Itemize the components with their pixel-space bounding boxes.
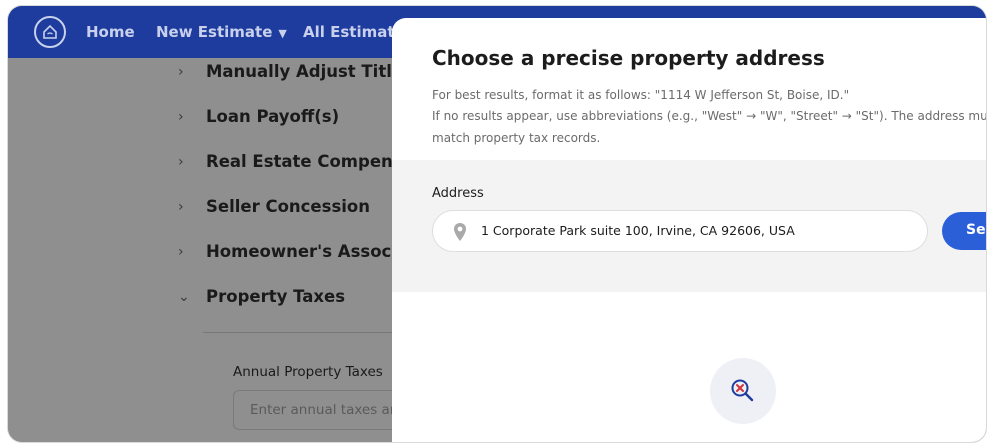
address-input[interactable]: 1 Corporate Park suite 100, Irvine, CA 9…	[432, 210, 928, 252]
chevron-right-icon: ›	[178, 198, 184, 215]
app-window: Home New Estimate ▼ All Estimates › Manua…	[8, 6, 986, 442]
chevron-right-icon: ›	[178, 108, 184, 125]
accordion-hoa[interactable]: › Homeowner's Associati	[178, 242, 422, 261]
location-pin-icon	[453, 222, 467, 246]
chevron-right-icon: ›	[178, 243, 184, 260]
address-form: Address 1 Corporate Park suite 100, Irvi…	[392, 160, 986, 292]
address-picker-modal: Choose a precise property address For be…	[392, 18, 986, 442]
home-logo-icon[interactable]	[34, 16, 66, 48]
accordion-property-taxes[interactable]: ⌄ Property Taxes	[178, 287, 345, 306]
accordion-label: Seller Concession	[206, 197, 371, 216]
address-label: Address	[432, 186, 484, 201]
accordion-label: Homeowner's Associati	[206, 242, 422, 261]
accordion-real-estate-compensation[interactable]: › Real Estate Compensati	[178, 152, 427, 171]
address-value: 1 Corporate Park suite 100, Irvine, CA 9…	[481, 223, 795, 238]
chevron-right-icon: ›	[178, 153, 184, 170]
chevron-down-icon: ▼	[278, 27, 287, 40]
accordion-seller-concession[interactable]: › Seller Concession	[178, 197, 370, 216]
annual-taxes-label: Annual Property Taxes	[233, 364, 383, 380]
hint-line: If no results appear, use abbreviations …	[432, 109, 986, 123]
chevron-down-icon: ⌄	[178, 288, 190, 305]
search-no-results-icon	[710, 358, 776, 424]
section-divider	[203, 332, 423, 333]
hint-line: For best results, format it as follows: …	[432, 88, 850, 102]
chevron-right-icon: ›	[178, 63, 184, 80]
hint-line: match property tax records.	[432, 131, 601, 145]
accordion-label: Property Taxes	[206, 287, 346, 306]
search-button[interactable]: Sea	[942, 212, 986, 250]
search-button-label: Sea	[966, 222, 986, 238]
modal-title: Choose a precise property address	[432, 46, 825, 70]
nav-new-estimate[interactable]: New Estimate ▼	[156, 23, 287, 41]
annual-taxes-placeholder: Enter annual taxes ar	[250, 402, 396, 418]
nav-home[interactable]: Home	[86, 23, 135, 41]
accordion-label: Loan Payoff(s)	[206, 107, 340, 126]
accordion-loan-payoff[interactable]: › Loan Payoff(s)	[178, 107, 339, 126]
nav-home-label: Home	[86, 23, 135, 41]
nav-new-estimate-label: New Estimate	[156, 23, 273, 41]
